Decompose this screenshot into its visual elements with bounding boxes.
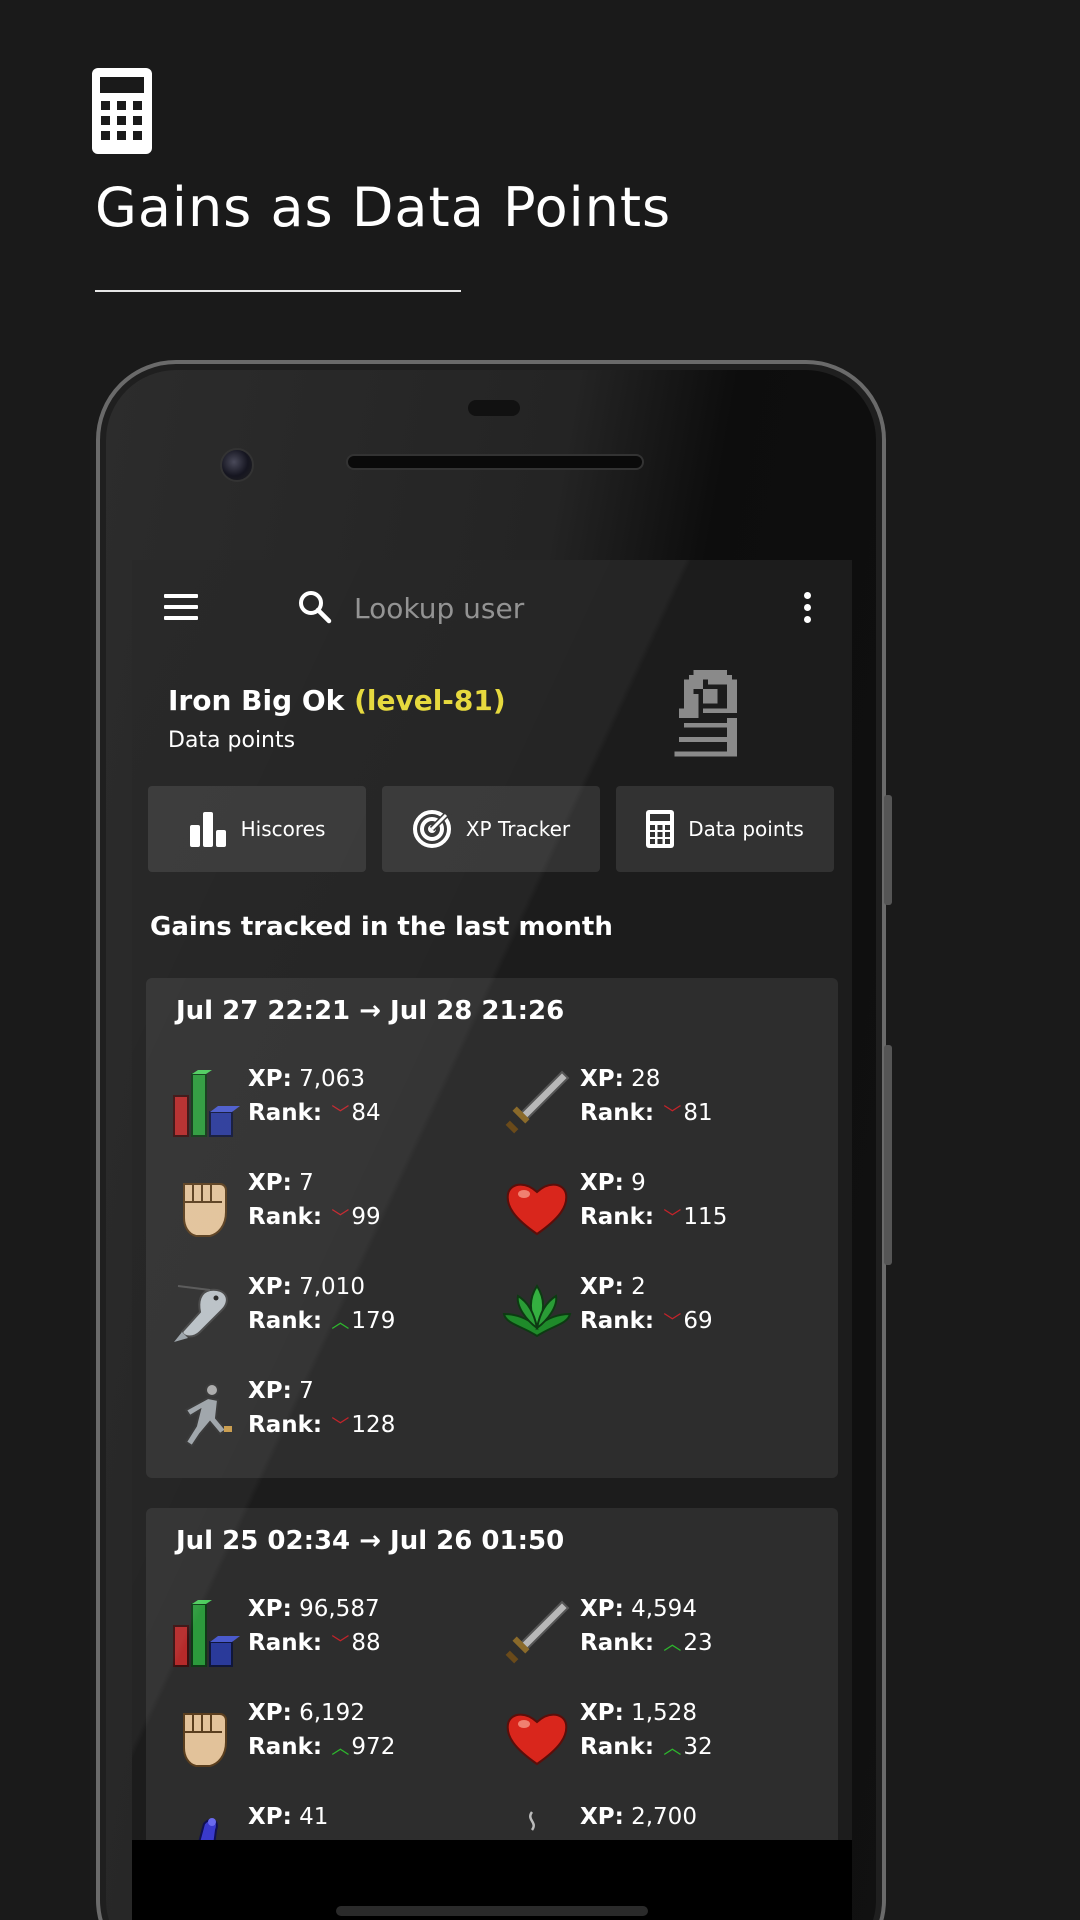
rank-down-icon: ﹀ — [663, 1208, 682, 1229]
calculator-icon — [92, 68, 152, 154]
rank-value: 81 — [683, 1100, 713, 1126]
rank-value: 32 — [683, 1734, 713, 1760]
stat-attack: XP: 28 Rank: ﹀81 — [502, 1062, 822, 1152]
gains-card: Jul 25 02:34 → Jul 26 01:50 XP: 96,587 R… — [146, 1508, 838, 1840]
hitpoints-icon — [506, 1713, 568, 1766]
xp-value: 7,063 — [299, 1066, 365, 1092]
strength-icon — [183, 1183, 227, 1237]
xp-value: 4,594 — [631, 1596, 697, 1622]
xp-value: 41 — [299, 1804, 329, 1830]
rank-value: 972 — [351, 1734, 396, 1760]
gains-card: Jul 27 22:21 → Jul 28 21:26 XP: 7,063 Ra… — [146, 978, 838, 1478]
rank-up-icon: ︿ — [331, 1312, 350, 1333]
rank-value: 99 — [351, 1204, 381, 1230]
rank-up-icon: ︿ — [331, 1738, 350, 1759]
player-level: (level-81) — [354, 684, 506, 717]
divider — [95, 290, 461, 292]
radar-icon — [412, 809, 451, 848]
herblore-icon — [502, 1284, 572, 1338]
strength-icon — [183, 1713, 227, 1767]
rank-up-icon: ︿ — [663, 1738, 682, 1759]
player-name: Iron Big Ok — [168, 684, 345, 717]
stat-strength: XP: 6,192 Rank: ︿972 — [170, 1696, 490, 1786]
stat-hitpoints: XP: 1,528 Rank: ︿32 — [502, 1696, 822, 1786]
stat-fishing: XP: 7,010 Rank: ︿179 — [170, 1270, 490, 1360]
xp-value: 7 — [299, 1378, 314, 1404]
rank-value: 128 — [351, 1412, 396, 1438]
overflow-menu-icon[interactable] — [804, 592, 812, 624]
section-title: Gains tracked in the last month — [150, 912, 613, 942]
top-app-bar — [132, 560, 852, 656]
rank-down-icon: ﹀ — [331, 1208, 350, 1229]
xp-value: 2,700 — [631, 1804, 697, 1830]
xp-tracker-label: XP Tracker — [465, 817, 571, 841]
attack-icon — [505, 1600, 570, 1664]
lookup-user-input[interactable] — [354, 582, 754, 634]
xp-value: 6,192 — [299, 1700, 365, 1726]
stat-overall: XP: 96,587 Rank: ﹀88 — [170, 1592, 490, 1682]
card-period: Jul 25 02:34 → Jul 26 01:50 — [176, 1526, 565, 1556]
page-subtitle: Data points — [168, 728, 296, 753]
overall-icon — [173, 1600, 240, 1667]
stat-strength: XP: 7 Rank: ﹀99 — [170, 1166, 490, 1256]
xp-value: 28 — [631, 1066, 661, 1092]
stat-agility: XP: 7 Rank: ﹀128 — [170, 1374, 490, 1464]
rank-down-icon: ﹀ — [663, 1104, 682, 1125]
system-navigation-bar — [132, 1840, 852, 1920]
rank-value: 179 — [351, 1308, 396, 1334]
xp-value: 9 — [631, 1170, 646, 1196]
stat-overall: XP: 7,063 Rank: ﹀84 — [170, 1062, 490, 1152]
calculator-icon — [646, 810, 675, 848]
xp-value: 7,010 — [299, 1274, 365, 1300]
rank-value: 115 — [683, 1204, 728, 1230]
search-icon — [299, 591, 332, 624]
stat-attack: XP: 4,594 Rank: ︿23 — [502, 1592, 822, 1682]
stat-herblore: XP: 2 Rank: ﹀69 — [502, 1270, 822, 1360]
rank-down-icon: ﹀ — [331, 1104, 350, 1125]
player-name-row: Iron Big Ok (level-81) — [168, 684, 506, 717]
agility-icon — [184, 1383, 232, 1448]
ironman-helmet-icon — [674, 670, 737, 757]
volume-button — [884, 1045, 892, 1265]
power-button — [884, 795, 892, 905]
data-points-label: Data points — [688, 817, 804, 841]
home-indicator[interactable] — [336, 1906, 648, 1916]
xp-value: 2 — [631, 1274, 646, 1300]
xp-value: 7 — [299, 1170, 314, 1196]
xp-tracker-button[interactable]: XP Tracker — [382, 786, 600, 872]
rank-down-icon: ﹀ — [331, 1416, 350, 1437]
stat-magic: XP: 41 — [170, 1800, 490, 1840]
hamburger-menu-icon[interactable] — [164, 594, 198, 620]
rank-up-icon: ︿ — [663, 1634, 682, 1655]
card-period: Jul 27 22:21 → Jul 28 21:26 — [176, 996, 565, 1026]
bar-chart-icon — [189, 812, 226, 847]
cooking-icon — [529, 1811, 535, 1831]
xp-value: 1,528 — [631, 1700, 697, 1726]
promo-title: Gains as Data Points — [95, 176, 672, 239]
stat-hitpoints: XP: 9 Rank: ﹀115 — [502, 1166, 822, 1256]
rank-value: 88 — [351, 1630, 381, 1656]
rank-value: 69 — [683, 1308, 713, 1334]
magic-icon — [198, 1818, 218, 1840]
app-screen: Iron Big Ok (level-81) Data points Hisco… — [132, 560, 852, 1840]
stat-cooking: XP: 2,700 — [502, 1800, 822, 1840]
front-camera — [220, 448, 254, 482]
rank-down-icon: ﹀ — [331, 1634, 350, 1655]
proximity-sensor — [468, 400, 520, 416]
hiscores-label: Hiscores — [240, 817, 326, 841]
rank-value: 23 — [683, 1630, 713, 1656]
hitpoints-icon — [506, 1183, 568, 1236]
fishing-icon — [174, 1285, 228, 1342]
earpiece-speaker — [346, 454, 644, 470]
rank-value: 84 — [351, 1100, 381, 1126]
xp-value: 96,587 — [299, 1596, 380, 1622]
rank-down-icon: ﹀ — [663, 1312, 682, 1333]
hiscores-button[interactable]: Hiscores — [148, 786, 366, 872]
data-points-button[interactable]: Data points — [616, 786, 834, 872]
overall-icon — [173, 1070, 240, 1137]
attack-icon — [505, 1070, 570, 1134]
